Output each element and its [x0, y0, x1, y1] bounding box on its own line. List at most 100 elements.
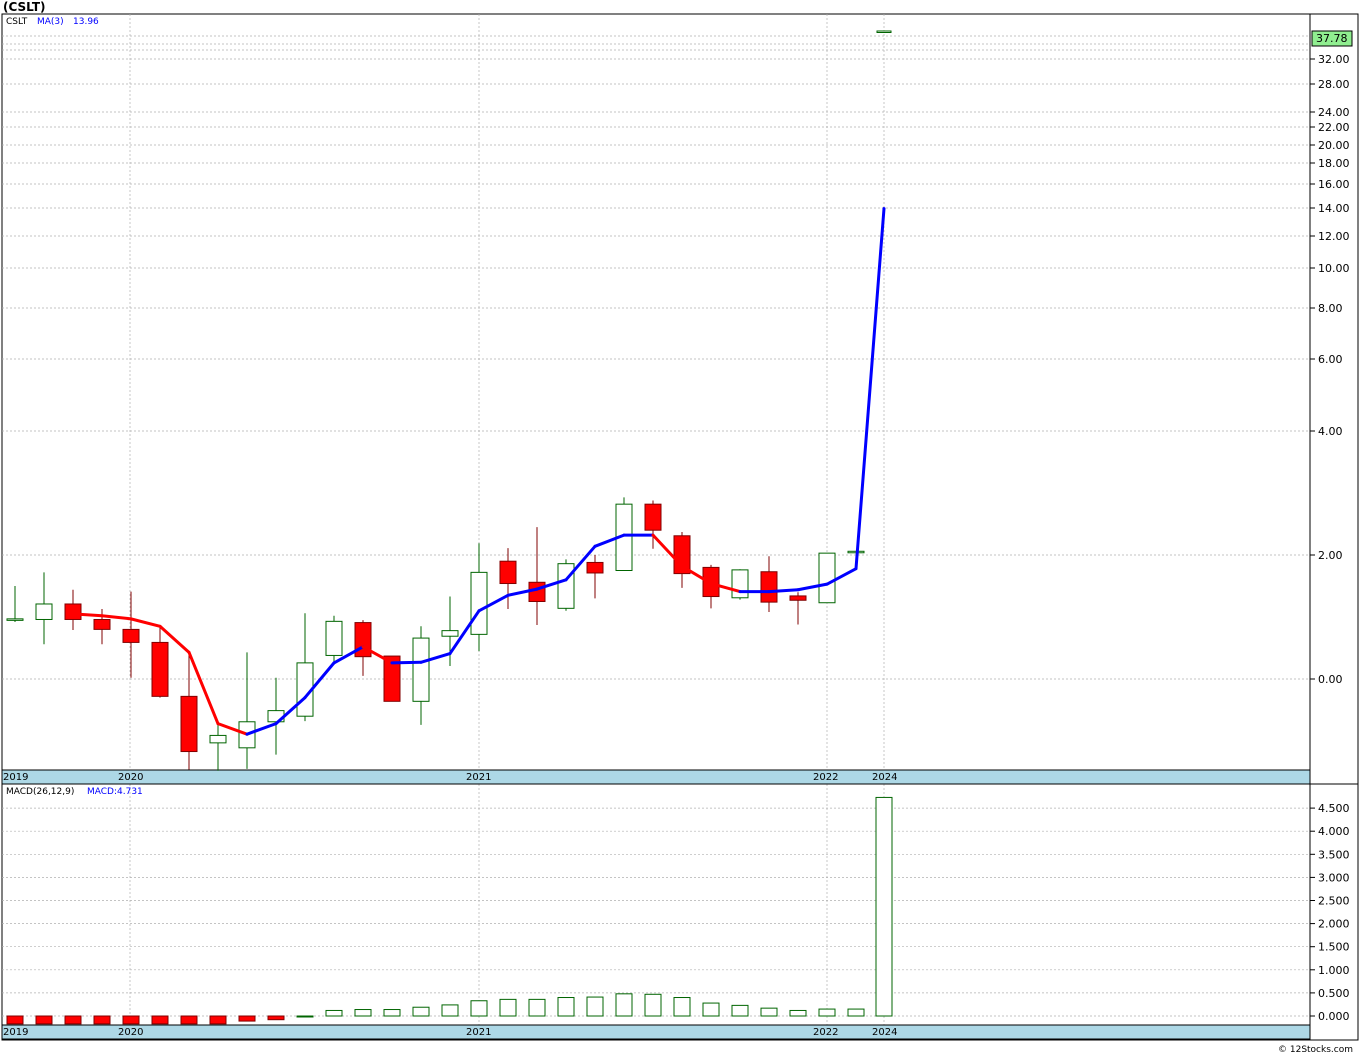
macd-bar-positive	[731, 1004, 749, 1017]
macd-tick-label: 4.500	[1318, 802, 1350, 815]
candle-body-up	[209, 734, 227, 744]
candle-body-up	[325, 620, 343, 656]
chart-title: (CSLT)	[3, 0, 46, 14]
price-tick-label: 6.00	[1318, 353, 1343, 366]
price-tick-label: 8.00	[1318, 302, 1343, 315]
candle-body-down	[64, 603, 82, 620]
macd-year-label: 2022	[813, 1027, 838, 1038]
price-tick-label: 22.00	[1318, 121, 1350, 134]
macd-right-axis	[1309, 783, 1359, 1041]
macd-bar-negative	[64, 1015, 82, 1025]
macd-bar-positive	[818, 1008, 836, 1017]
macd-year-label: 2019	[3, 1027, 28, 1038]
legend-macd-value: MACD:4.731	[87, 787, 143, 797]
macd-bar-positive	[325, 1009, 343, 1017]
macd-bar-positive	[847, 1008, 865, 1017]
price-tick-label: 24.00	[1318, 106, 1350, 119]
candle-body-down	[644, 503, 662, 531]
ma-segment	[767, 588, 800, 594]
candle-body-down	[151, 641, 169, 697]
macd-bar-negative	[238, 1015, 256, 1022]
legend-ma-label: MA(3)	[37, 17, 64, 27]
macd-year-label: 2020	[118, 1027, 143, 1038]
macd-bar-positive	[586, 996, 604, 1017]
candle-body-down	[180, 695, 198, 753]
macd-bar-positive	[615, 993, 633, 1017]
candle-body-up	[35, 603, 53, 620]
price-tick-label: 28.00	[1318, 78, 1350, 91]
stock-chart: 32.00 28.00 24.00 22.00 20.00 18.00 16.00 14.00…	[1, 0, 1359, 1055]
macd-year-label: 2024	[872, 1027, 897, 1038]
candle-body-up	[818, 552, 836, 604]
macd-bar-positive	[557, 997, 575, 1017]
macd-year-label: 2021	[466, 1027, 491, 1038]
macd-tick-label: 3.500	[1318, 848, 1350, 861]
macd-bar-positive	[499, 998, 517, 1017]
price-time-axis-band	[1, 769, 1311, 785]
macd-tick-label: 1.500	[1318, 941, 1350, 954]
price-year-label: 2021	[466, 772, 491, 783]
macd-bar-positive	[354, 1009, 372, 1017]
candle-body-down	[789, 595, 807, 601]
legend-ma-value: 13.96	[73, 17, 99, 27]
macd-bar-negative	[6, 1015, 24, 1025]
macd-tick-label: 4.000	[1318, 825, 1350, 838]
macd-bar-positive	[875, 796, 893, 1017]
macd-tick-label: 0.500	[1318, 987, 1350, 1000]
macd-bar-positive	[673, 997, 691, 1017]
macd-bar-positive	[296, 1015, 314, 1018]
price-tick-label: 20.00	[1318, 139, 1350, 152]
macd-bar-positive	[644, 993, 662, 1017]
macd-tick-label: 2.500	[1318, 895, 1350, 908]
price-tick-label: 14.00	[1318, 202, 1350, 215]
price-year-label: 2024	[872, 772, 897, 783]
macd-bar-negative	[267, 1015, 285, 1021]
price-tick-label: 32.00	[1318, 53, 1350, 66]
candle-body-down	[586, 561, 604, 574]
price-tick-label: 4.00	[1318, 425, 1343, 438]
candle-body-up	[6, 618, 24, 621]
macd-bar-positive	[383, 1009, 401, 1017]
macd-bar-negative	[180, 1015, 198, 1025]
candle-body-up	[876, 30, 892, 33]
price-panel	[1, 13, 1311, 785]
candle-body-down	[122, 628, 140, 643]
price-year-label: 2020	[118, 772, 143, 783]
legend-macd-params: MACD(26,12,9)	[6, 787, 74, 797]
macd-bar-positive	[528, 998, 546, 1017]
candle-body-down	[499, 560, 517, 585]
ma-segment	[71, 612, 104, 618]
candle-body-up	[557, 563, 575, 609]
macd-bar-positive	[412, 1006, 430, 1017]
candle-body-down	[93, 618, 111, 630]
price-tick-label: 2.00	[1318, 549, 1343, 562]
macd-bar-positive	[702, 1002, 720, 1017]
macd-bar-negative	[209, 1015, 227, 1025]
candle-body-down	[528, 581, 546, 603]
macd-bar-positive	[760, 1007, 778, 1017]
price-year-label: 2019	[3, 772, 28, 783]
macd-bar-positive	[789, 1009, 807, 1017]
price-tick-label: 16.00	[1318, 178, 1350, 191]
macd-tick-label: 2.000	[1318, 918, 1350, 931]
ma-segment	[390, 660, 423, 665]
candle-body-up	[731, 569, 749, 599]
macd-tick-label: 1.000	[1318, 964, 1350, 977]
site-credit: © 12Stocks.com	[1278, 1045, 1353, 1055]
macd-tick-label: 3.000	[1318, 871, 1350, 884]
macd-bar-positive	[441, 1004, 459, 1017]
macd-tick-label: 0.000	[1318, 1010, 1350, 1023]
candle-body-up	[412, 637, 430, 702]
price-tick-label: 18.00	[1318, 157, 1350, 170]
price-tick-label: 12.00	[1318, 230, 1350, 243]
macd-bar-negative	[35, 1015, 53, 1025]
price-year-label: 2022	[813, 772, 838, 783]
legend-symbol: CSLT	[6, 17, 28, 27]
macd-time-axis-band	[1, 1024, 1311, 1040]
macd-bar-negative	[151, 1015, 169, 1025]
macd-bar-positive	[470, 1000, 488, 1017]
macd-bar-negative	[93, 1015, 111, 1025]
candle-body-up	[441, 630, 459, 637]
price-tick-label: 10.00	[1318, 262, 1350, 275]
last-price-value: 37.78	[1316, 32, 1348, 45]
